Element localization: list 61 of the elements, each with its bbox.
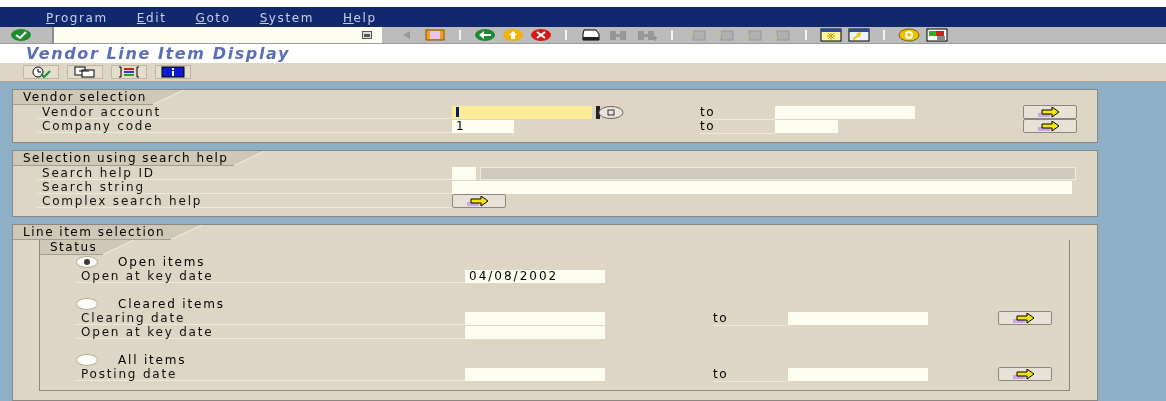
tab-slant-drawing	[171, 225, 204, 240]
cancel-icon[interactable]	[530, 28, 552, 42]
input-field[interactable]	[465, 367, 605, 381]
field-label: Search help ID	[37, 166, 452, 180]
search-help-button[interactable]	[452, 194, 506, 208]
radio-label: All items	[118, 353, 187, 367]
input-field[interactable]	[775, 105, 915, 119]
input-field[interactable]	[452, 105, 592, 119]
multiple-selection-button[interactable]	[998, 311, 1052, 325]
dropdown-icon[interactable]	[362, 31, 372, 39]
input-field[interactable]: 1	[452, 119, 514, 133]
radio-label: Cleared items	[118, 297, 225, 311]
tab-slant-drawing	[152, 90, 185, 105]
field-label: Vendor account	[37, 105, 452, 119]
radio-button[interactable]	[76, 256, 98, 268]
radio-button[interactable]	[76, 354, 98, 366]
tab-slant-drawing	[103, 240, 136, 255]
info-icon	[159, 66, 187, 79]
input-field[interactable]	[452, 180, 1072, 194]
date-field[interactable]: 04/08/2002	[465, 269, 605, 283]
exit-icon[interactable]	[502, 28, 524, 42]
field-label: Clearing date	[76, 311, 465, 325]
field-label: Open at key date	[76, 269, 465, 283]
field-label: Search string	[37, 180, 452, 194]
field-label: Posting date	[76, 367, 465, 381]
multiple-selection-button[interactable]	[1023, 119, 1077, 133]
multiple-selection-button[interactable]	[998, 367, 1052, 381]
toolbar-button[interactable]	[155, 65, 191, 80]
radio-button[interactable]	[76, 298, 98, 310]
radio-label: Open items	[118, 255, 206, 269]
new-session-icon[interactable]	[820, 28, 842, 42]
menu-item[interactable]: Goto	[195, 10, 231, 25]
menu-item[interactable]: Edit	[136, 10, 167, 25]
check-icon[interactable]	[10, 28, 32, 42]
input-field[interactable]	[788, 311, 928, 325]
help-icon[interactable]	[898, 28, 920, 42]
print-icon[interactable]	[580, 28, 602, 42]
menu-item[interactable]: Help	[343, 10, 377, 25]
field-label: Open at key date	[76, 325, 465, 339]
input-field[interactable]	[452, 166, 476, 180]
back-icon[interactable]	[474, 28, 496, 42]
layout-icon[interactable]	[926, 28, 948, 42]
menu-item[interactable]: System	[259, 10, 314, 25]
group-title: Status	[40, 240, 104, 255]
date-field[interactable]	[465, 325, 605, 339]
input-field[interactable]	[788, 367, 928, 381]
input-field[interactable]	[465, 311, 605, 325]
multiple-selection-button[interactable]	[1023, 105, 1077, 119]
save-icon[interactable]	[424, 28, 446, 42]
screen-title: Vendor Line Item Display	[26, 44, 290, 64]
tab-slant-drawing	[234, 151, 267, 166]
field-label: Company code	[37, 119, 452, 133]
input-field[interactable]	[775, 119, 838, 133]
toolbar-button[interactable]	[67, 65, 103, 80]
shortcut-icon[interactable]	[848, 28, 870, 42]
lookup-icon[interactable]	[596, 105, 624, 119]
command-field[interactable]	[52, 27, 382, 43]
text-cursor	[456, 107, 459, 117]
field-label: Complex search help	[37, 194, 452, 208]
toolbar-button[interactable]	[23, 65, 59, 80]
menu-item[interactable]: Program	[46, 10, 108, 25]
